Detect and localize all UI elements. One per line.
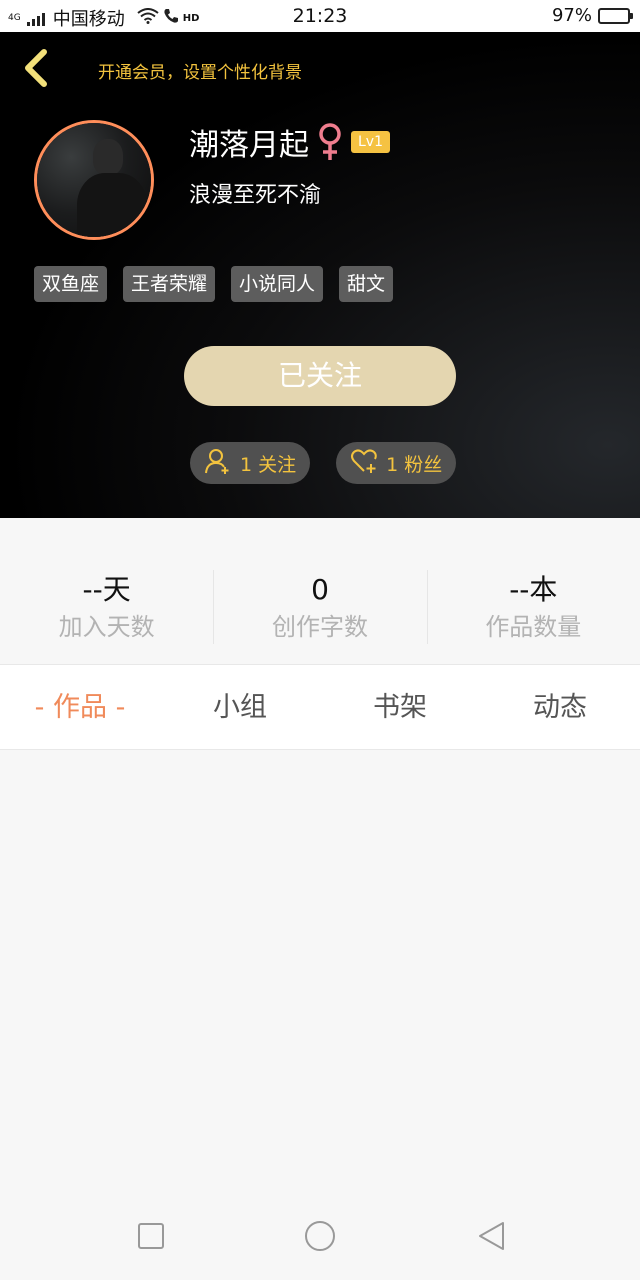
tag[interactable]: 双鱼座 — [34, 266, 108, 302]
chevron-left-icon[interactable] — [18, 48, 54, 88]
tab-bar: - 作品 - 小组 书架 动态 — [0, 664, 640, 750]
tab-works[interactable]: - 作品 - — [0, 665, 160, 749]
home-icon[interactable] — [302, 1220, 338, 1252]
tag[interactable]: 甜文 — [339, 266, 394, 302]
add-user-icon — [204, 447, 232, 480]
following-count: 1 关注 — [240, 453, 297, 476]
stat-label: 创作字数 — [271, 613, 368, 641]
stat-join-days: --天 加入天数 — [0, 518, 213, 664]
followed-button[interactable]: 已关注 — [184, 346, 456, 406]
female-symbol-icon — [317, 122, 343, 162]
battery-percent: 97% — [551, 5, 592, 26]
status-bar: 4G 中国移动 HD 21:23 97% — [0, 0, 640, 32]
stat-works-count: --本 作品数量 — [426, 518, 640, 664]
stat-value: --本 — [509, 573, 558, 606]
user-signature: 浪漫至死不渝 — [189, 183, 322, 208]
recent-apps-icon[interactable] — [136, 1220, 166, 1252]
user-name: 潮落月起 — [189, 128, 309, 163]
vip-background-link[interactable]: 开通会员，设置个性化背景 — [98, 58, 302, 83]
stat-value: 0 — [311, 573, 329, 606]
stat-label: 加入天数 — [58, 613, 155, 641]
tag[interactable]: 小说同人 — [231, 266, 324, 302]
battery-icon — [598, 7, 633, 24]
level-badge: Lv1 — [351, 131, 390, 153]
name-row: 潮落月起 Lv1 — [189, 120, 390, 164]
following-count-button[interactable]: 1 关注 — [190, 442, 311, 484]
fans-count-button[interactable]: 1 粉丝 — [336, 442, 457, 484]
tag[interactable]: 王者荣耀 — [123, 266, 216, 302]
tab-bookshelf[interactable]: 书架 — [320, 665, 480, 749]
clock: 21:23 — [292, 5, 348, 27]
tab-groups[interactable]: 小组 — [160, 665, 320, 749]
fans-count: 1 粉丝 — [386, 453, 443, 476]
tag-list: 双鱼座 王者荣耀 小说同人 甜文 — [34, 266, 394, 302]
system-nav-bar — [0, 1190, 640, 1280]
stat-label: 作品数量 — [485, 613, 582, 641]
avatar[interactable] — [34, 120, 154, 240]
tab-content — [0, 750, 640, 1190]
stat-word-count: 0 创作字数 — [213, 518, 426, 664]
stat-value: --天 — [82, 573, 131, 606]
tab-activity[interactable]: 动态 — [480, 665, 640, 749]
profile-header: 开通会员，设置个性化背景 潮落月起 Lv1 浪漫至死不渝 双鱼座 王者荣耀 小说… — [0, 32, 640, 518]
back-icon[interactable] — [476, 1220, 506, 1252]
stats-row: --天 加入天数 0 创作字数 --本 作品数量 — [0, 518, 640, 664]
heart-plus-icon — [350, 447, 378, 480]
